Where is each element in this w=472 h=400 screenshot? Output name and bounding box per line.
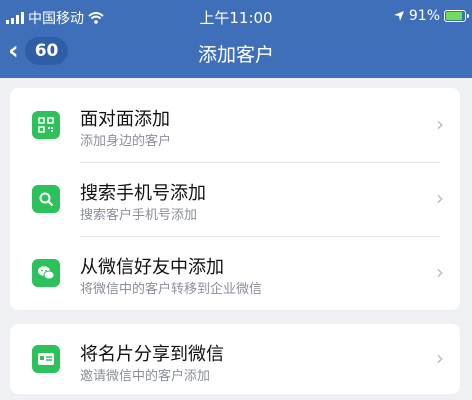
wechat-icon bbox=[32, 259, 60, 287]
location-icon bbox=[393, 11, 404, 21]
chevron-right-icon: › bbox=[436, 346, 444, 370]
battery-charging-icon bbox=[444, 10, 469, 22]
item-title: 搜索手机号添加 bbox=[80, 183, 206, 204]
item-title: 面对面添加 bbox=[80, 109, 170, 130]
item-subtitle: 搜索客户手机号添加 bbox=[80, 208, 198, 223]
share-card: 将名片分享到微信 邀请微信中的客户添加 › bbox=[10, 324, 460, 394]
navigation-bar: ‹ 60 添加客户 bbox=[0, 30, 472, 74]
business-card-icon bbox=[32, 345, 60, 373]
item-title: 从微信好友中添加 bbox=[80, 257, 224, 278]
status-bar: 中国移动 上午11:00 91% bbox=[0, 0, 472, 32]
share-card-to-wechat-item[interactable]: 将名片分享到微信 邀请微信中的客户添加 › bbox=[10, 324, 460, 394]
face-to-face-add-item[interactable]: 面对面添加 添加身边的客户 › bbox=[10, 88, 460, 162]
item-subtitle: 邀请微信中的客户添加 bbox=[80, 369, 211, 384]
chevron-right-icon: › bbox=[436, 186, 444, 210]
page-title: 添加客户 bbox=[197, 44, 274, 66]
item-subtitle: 将微信中的客户转移到企业微信 bbox=[80, 282, 263, 297]
search-phone-add-item[interactable]: 搜索手机号添加 搜索客户手机号添加 › bbox=[10, 162, 460, 236]
item-title: 将名片分享到微信 bbox=[80, 344, 224, 365]
add-methods-card: 面对面添加 添加身边的客户 › 搜索手机号添加 搜索客户手机号添加 › 从微信好… bbox=[10, 88, 460, 310]
top-bar: 中国移动 上午11:00 91% ‹ 60 添加客户 bbox=[0, 0, 472, 78]
wechat-friends-add-item[interactable]: 从微信好友中添加 将微信中的客户转移到企业微信 › bbox=[10, 236, 460, 310]
qr-code-icon bbox=[32, 111, 60, 139]
search-icon bbox=[32, 185, 60, 213]
item-subtitle: 添加身边的客户 bbox=[80, 134, 172, 149]
chevron-right-icon: › bbox=[436, 260, 444, 284]
battery-percent: 91% bbox=[408, 8, 440, 24]
chevron-right-icon: › bbox=[436, 112, 444, 136]
